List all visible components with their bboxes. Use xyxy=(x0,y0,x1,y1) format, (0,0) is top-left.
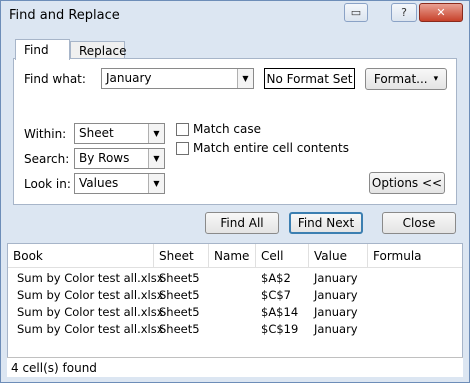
format-button[interactable]: Format... ▾ xyxy=(365,68,447,90)
status-bar: 4 cell(s) found xyxy=(7,357,463,377)
row-value: January xyxy=(314,322,358,336)
find-next-button[interactable]: Find Next xyxy=(289,212,363,234)
find-what-label: Find what: xyxy=(24,72,86,86)
close-icon[interactable]: ✕ xyxy=(419,3,463,22)
row-book: Sum by Color test all.xlsx xyxy=(17,271,164,285)
within-value: Sheet xyxy=(79,126,114,140)
search-value: By Rows xyxy=(79,151,130,165)
row-value: January xyxy=(314,288,358,302)
table-row[interactable]: Sum by Color test all.xlsx Sheet5 $A$2 J… xyxy=(8,270,462,287)
row-value: January xyxy=(314,305,358,319)
row-cell: $C$7 xyxy=(261,288,291,302)
look-in-value: Values xyxy=(79,176,119,190)
row-sheet: Sheet5 xyxy=(159,322,200,336)
look-in-label: Look in: xyxy=(24,177,71,191)
column-header-sheet[interactable]: Sheet xyxy=(154,244,209,268)
column-header-cell[interactable]: Cell xyxy=(256,244,309,268)
table-row[interactable]: Sum by Color test all.xlsx Sheet5 $C$7 J… xyxy=(8,287,462,304)
match-entire-checkbox[interactable] xyxy=(176,142,189,155)
match-case-checkbox[interactable] xyxy=(176,123,189,136)
chevron-down-icon: ▾ xyxy=(433,74,439,84)
title-bar: Find and Replace ▭ ? ✕ xyxy=(1,1,469,31)
options-button[interactable]: Options << xyxy=(369,172,445,194)
search-label: Search: xyxy=(24,152,70,166)
find-what-input[interactable]: January ▼ xyxy=(101,68,254,89)
restore-icon[interactable]: ▭ xyxy=(344,3,368,22)
chevron-down-icon[interactable]: ▼ xyxy=(148,174,164,193)
column-header-value[interactable]: Value xyxy=(309,244,368,268)
row-book: Sum by Color test all.xlsx xyxy=(17,305,164,319)
within-select[interactable]: Sheet ▼ xyxy=(74,123,165,144)
match-entire-label: Match entire cell contents xyxy=(193,141,349,155)
table-row[interactable]: Sum by Color test all.xlsx Sheet5 $C$19 … xyxy=(8,321,462,338)
chevron-down-icon[interactable]: ▼ xyxy=(237,69,253,88)
column-header-name[interactable]: Name xyxy=(209,244,256,268)
row-sheet: Sheet5 xyxy=(159,288,200,302)
column-header-book[interactable]: Book xyxy=(8,244,154,268)
row-book: Sum by Color test all.xlsx xyxy=(17,288,164,302)
row-cell: $A$2 xyxy=(261,271,291,285)
search-select[interactable]: By Rows ▼ xyxy=(74,148,165,169)
tab-find[interactable]: Find xyxy=(15,39,70,60)
table-row[interactable]: Sum by Color test all.xlsx Sheet5 $A$14 … xyxy=(8,304,462,321)
column-header-formula[interactable]: Formula xyxy=(368,244,462,268)
results-header: Book Sheet Name Cell Value Formula xyxy=(8,244,462,268)
format-button-label: Format... xyxy=(373,72,428,86)
match-case-label: Match case xyxy=(193,122,262,136)
tab-replace[interactable]: Replace xyxy=(70,41,126,59)
look-in-select[interactable]: Values ▼ xyxy=(74,173,165,194)
within-label: Within: xyxy=(24,127,67,141)
close-button[interactable]: Close xyxy=(382,212,456,234)
find-replace-dialog: Find and Replace ▭ ? ✕ Find Replace Find… xyxy=(0,0,470,383)
chevron-down-icon[interactable]: ▼ xyxy=(148,124,164,143)
window-title: Find and Replace xyxy=(9,8,120,23)
help-icon[interactable]: ? xyxy=(391,3,417,22)
row-value: January xyxy=(314,271,358,285)
row-book: Sum by Color test all.xlsx xyxy=(17,322,164,336)
format-preview: No Format Set xyxy=(264,68,355,89)
row-sheet: Sheet5 xyxy=(159,305,200,319)
row-cell: $C$19 xyxy=(261,322,299,336)
chevron-down-icon[interactable]: ▼ xyxy=(148,149,164,168)
find-what-value: January xyxy=(106,71,152,85)
row-sheet: Sheet5 xyxy=(159,271,200,285)
find-all-button[interactable]: Find All xyxy=(205,212,279,234)
row-cell: $A$14 xyxy=(261,305,299,319)
